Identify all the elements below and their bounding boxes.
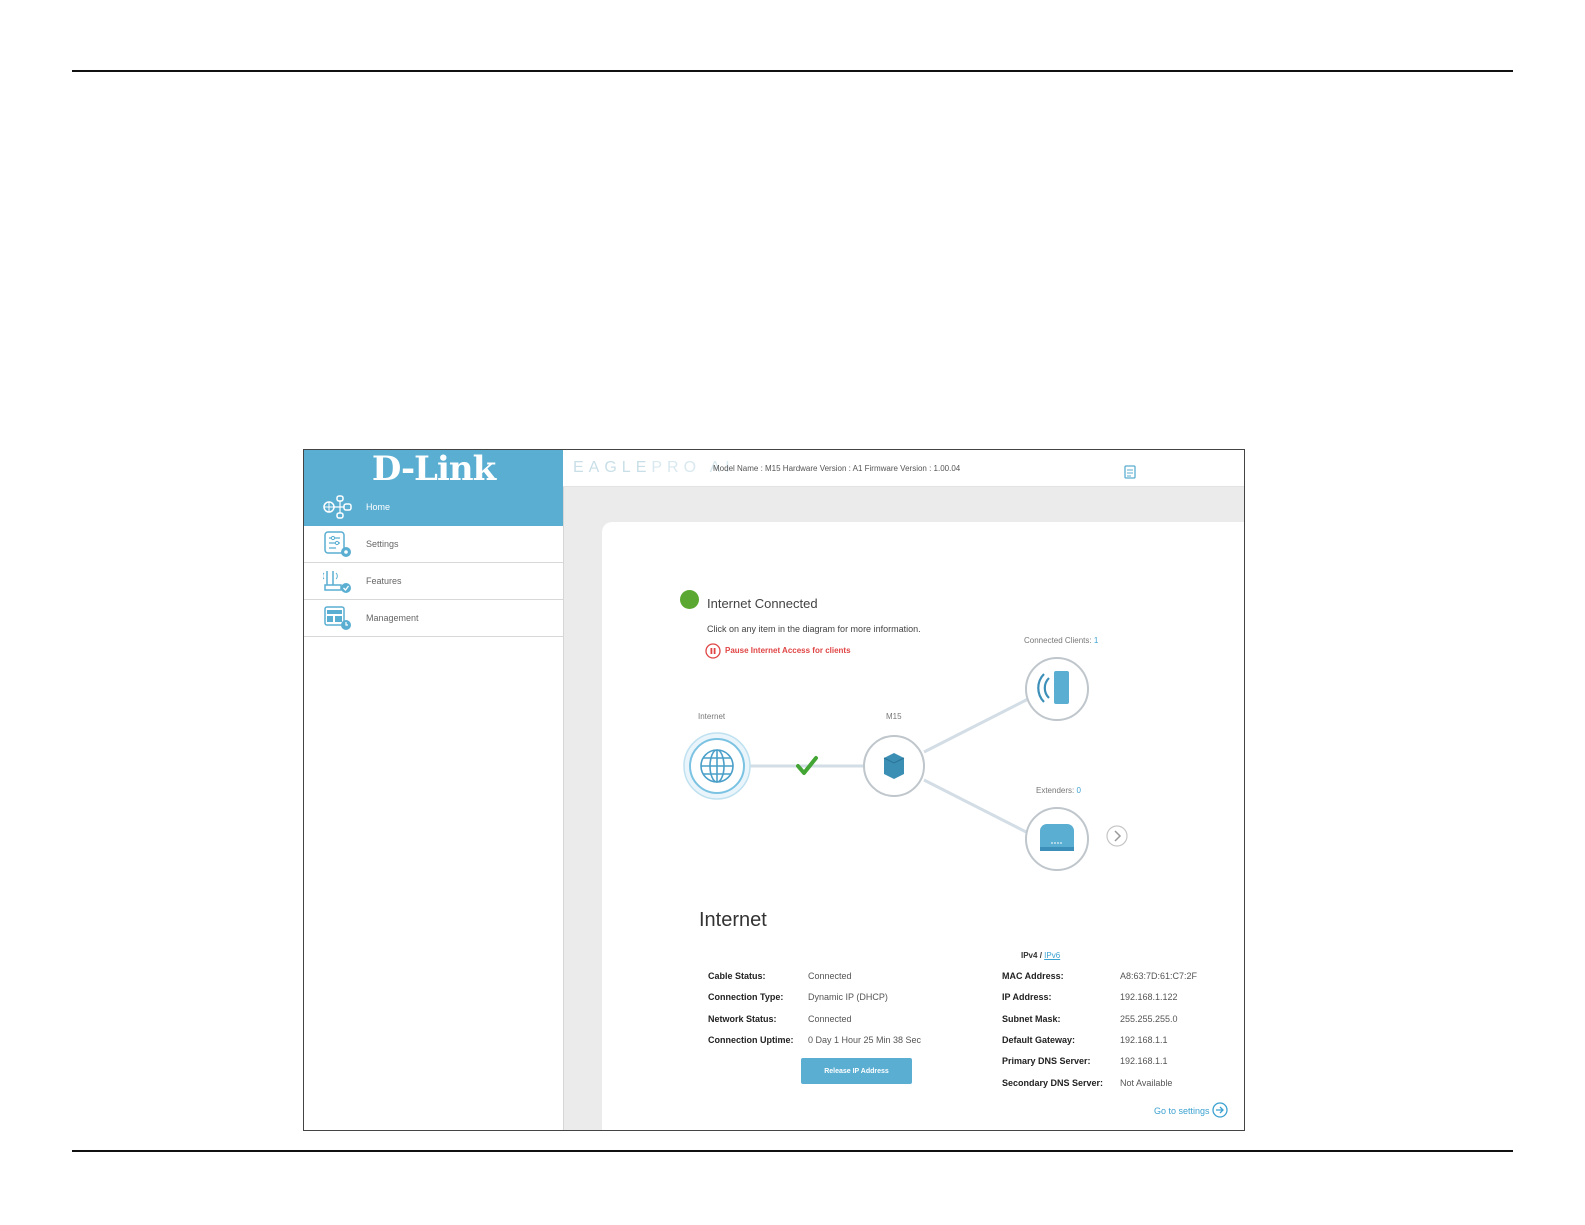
connection-uptime-label: Connection Uptime: bbox=[708, 1035, 794, 1045]
ip-version-toggle: IPv4 / IPv6 bbox=[1021, 951, 1060, 960]
clients-label: Connected Clients: 1 bbox=[1024, 636, 1098, 645]
ip-address-label: IP Address: bbox=[1002, 992, 1052, 1002]
globe-icon bbox=[700, 749, 734, 783]
cable-status-label: Cable Status: bbox=[708, 971, 766, 981]
extender-device-icon bbox=[1040, 824, 1074, 851]
chevron-right-icon[interactable] bbox=[1106, 825, 1128, 852]
router-node-label: M15 bbox=[886, 712, 902, 721]
extenders-label: Extenders: 0 bbox=[1036, 786, 1081, 795]
network-status-value: Connected bbox=[808, 1014, 852, 1024]
ipv4-tab[interactable]: IPv4 bbox=[1021, 951, 1037, 960]
mac-address-label: MAC Address: bbox=[1002, 971, 1064, 981]
network-status-label: Network Status: bbox=[708, 1014, 777, 1024]
router-device-icon bbox=[883, 753, 905, 779]
router-ui-screenshot: D-Link Home Settings Features Management… bbox=[303, 449, 1245, 1131]
go-to-settings-link[interactable]: Go to settings bbox=[1154, 1102, 1228, 1120]
default-gateway-label: Default Gateway: bbox=[1002, 1035, 1076, 1045]
cable-status-value: Connected bbox=[808, 971, 852, 981]
secondary-dns-label: Secondary DNS Server: bbox=[1002, 1078, 1104, 1088]
network-diagram-links bbox=[749, 694, 1035, 838]
extenders-count: 0 bbox=[1076, 786, 1081, 795]
subnet-mask-label: Subnet Mask: bbox=[1002, 1014, 1061, 1024]
clients-label-text: Connected Clients: bbox=[1024, 636, 1092, 645]
connected-clients-node[interactable] bbox=[1024, 656, 1090, 727]
mac-address-value: A8:63:7D:61:C7:2F bbox=[1120, 971, 1198, 981]
internet-section-title: Internet bbox=[699, 909, 767, 931]
page-bottom-rule bbox=[72, 1150, 1513, 1152]
router-node[interactable] bbox=[862, 734, 926, 803]
internet-node[interactable] bbox=[682, 731, 752, 806]
ip-address-value: 192.168.1.122 bbox=[1120, 992, 1178, 1002]
connection-type-value: Dynamic IP (DHCP) bbox=[808, 992, 888, 1002]
default-gateway-value: 192.168.1.1 bbox=[1120, 1035, 1168, 1045]
connection-type-label: Connection Type: bbox=[708, 992, 784, 1002]
internet-node-label: Internet bbox=[698, 712, 726, 721]
ipv6-tab[interactable]: IPv6 bbox=[1044, 951, 1060, 960]
secondary-dns-value: Not Available bbox=[1120, 1078, 1173, 1088]
connected-checkmark-icon bbox=[795, 755, 819, 782]
primary-dns-label: Primary DNS Server: bbox=[1002, 1056, 1091, 1066]
arrow-right-circle-icon bbox=[1211, 1102, 1228, 1120]
subnet-mask-value: 255.255.255.0 bbox=[1120, 1014, 1178, 1024]
release-ip-button[interactable]: Release IP Address bbox=[801, 1058, 912, 1084]
primary-dns-value: 192.168.1.1 bbox=[1120, 1056, 1168, 1066]
ip-toggle-separator: / bbox=[1039, 951, 1042, 960]
clients-count: 1 bbox=[1093, 636, 1099, 645]
connection-uptime-value: 0 Day 1 Hour 25 Min 38 Sec bbox=[808, 1035, 922, 1045]
page-top-rule bbox=[72, 70, 1513, 72]
extenders-node[interactable] bbox=[1024, 806, 1090, 877]
go-to-settings-label: Go to settings bbox=[1154, 1106, 1210, 1116]
extenders-label-text: Extenders: bbox=[1036, 786, 1075, 795]
